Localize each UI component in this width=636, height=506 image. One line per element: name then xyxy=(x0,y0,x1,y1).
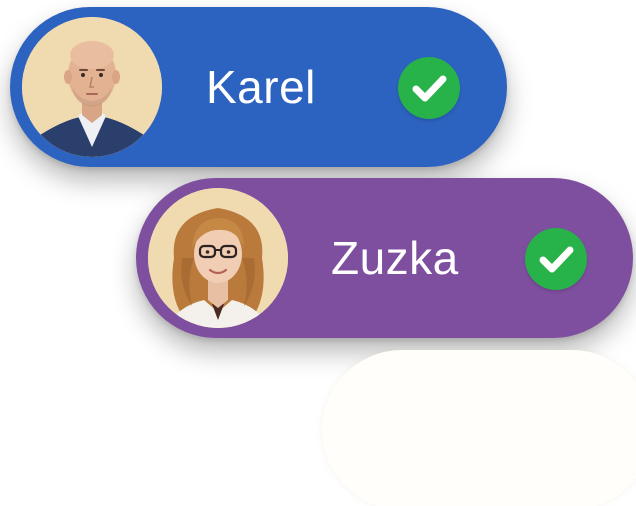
placeholder-pill xyxy=(322,350,636,506)
man-portrait-icon xyxy=(22,17,162,157)
user-name: Karel xyxy=(206,61,316,113)
check-circle-icon[interactable] xyxy=(398,57,460,119)
user-pill-karel[interactable]: Karel xyxy=(10,7,507,167)
woman-portrait-icon xyxy=(148,188,288,328)
avatar-karel xyxy=(22,17,162,157)
user-name: Zuzka xyxy=(331,232,459,284)
check-circle-icon[interactable] xyxy=(525,228,587,290)
avatar-zuzka xyxy=(148,188,288,328)
user-pill-zuzka[interactable]: Zuzka xyxy=(136,178,633,338)
user-list: Karel Zuzka xyxy=(0,0,636,506)
